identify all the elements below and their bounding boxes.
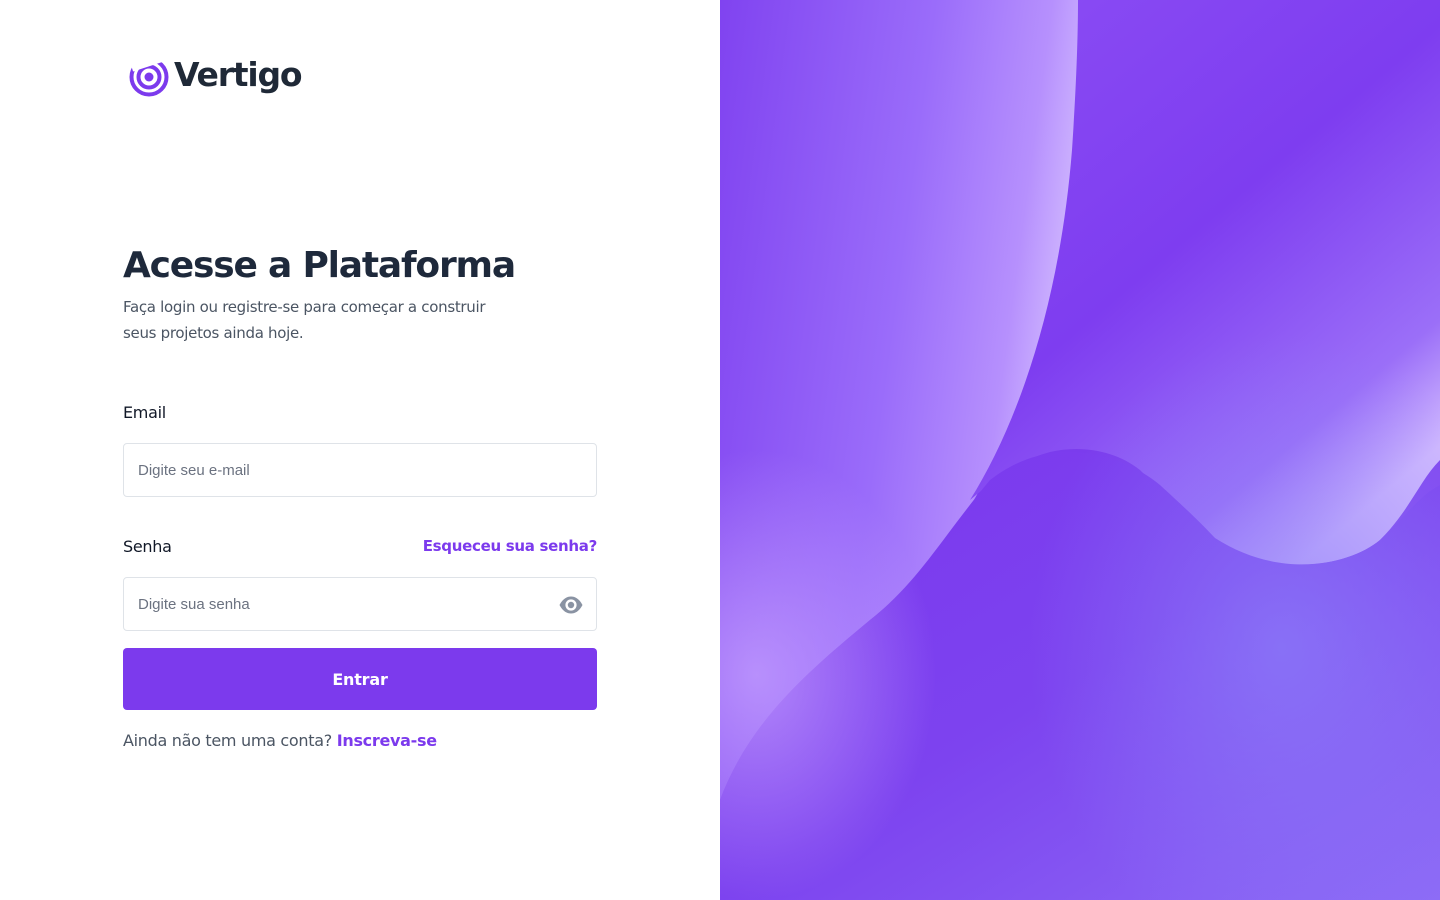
email-label: Email	[123, 402, 166, 422]
vertigo-logo-icon	[129, 51, 170, 97]
page-title: Acesse a Plataforma	[123, 245, 516, 286]
abstract-gradient-art	[720, 0, 1440, 900]
eye-icon	[559, 596, 583, 614]
signup-link[interactable]: Inscreva-se	[337, 731, 437, 750]
password-input[interactable]	[124, 578, 596, 630]
email-label-row: Email	[123, 400, 597, 424]
email-input[interactable]	[124, 444, 596, 496]
signup-prompt: Ainda não tem uma conta?	[123, 731, 332, 750]
login-form: Acesse a Plataforma Faça login ou regist…	[123, 240, 597, 750]
hero-panel	[720, 0, 1440, 900]
password-label-row: Senha Esqueceu sua senha?	[123, 534, 597, 558]
brand-name: Vertigo	[174, 54, 303, 94]
login-button[interactable]: Entrar	[123, 648, 597, 710]
toggle-password-visibility[interactable]	[558, 592, 584, 618]
email-field-box	[123, 443, 597, 497]
brand-logo[interactable]: Vertigo	[129, 50, 303, 98]
password-field-box	[123, 577, 597, 631]
login-panel: Vertigo Acesse a Plataforma Faça login o…	[0, 0, 720, 900]
signup-prompt-row: Ainda não tem uma conta? Inscreva-se	[123, 731, 597, 750]
forgot-password-link[interactable]: Esqueceu sua senha?	[423, 537, 598, 555]
password-label: Senha	[123, 536, 172, 556]
page-subtitle: Faça login ou registre-se para começar a…	[123, 298, 486, 342]
